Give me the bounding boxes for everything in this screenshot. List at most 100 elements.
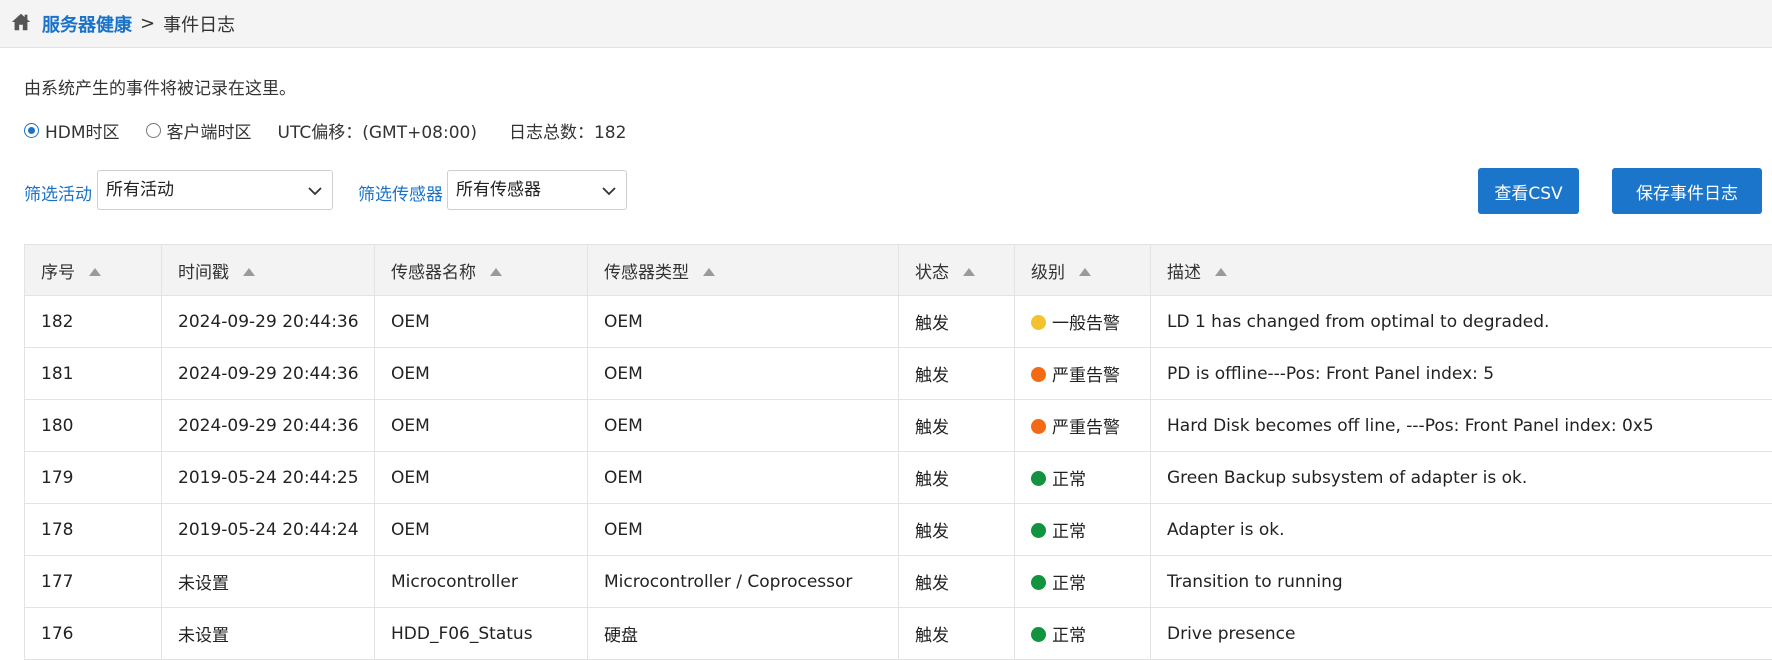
table-row[interactable]: 1782019-05-24 20:44:24OEMOEM触发正常Adapter … — [25, 504, 1772, 556]
column-header-timestamp[interactable]: 时间戳 — [162, 245, 375, 296]
log-total-text: 日志总数：182 — [509, 118, 626, 143]
cell-level: 严重告警 — [1015, 348, 1151, 400]
view-csv-button[interactable]: 查看CSV — [1478, 168, 1579, 214]
level-text: 正常 — [1052, 626, 1086, 646]
cell-timestamp: 未设置 — [162, 556, 375, 608]
save-event-log-button[interactable]: 保存事件日志 — [1612, 168, 1762, 214]
event-log-table-container: 序号 时间戳 传感器名称 传感器类型 状态 级别 描述 1822024-09-2… — [24, 244, 1772, 660]
home-icon[interactable] — [10, 11, 32, 33]
filter-sensor-value: 所有传感器 — [456, 180, 541, 200]
cell-sensor-type: OEM — [588, 400, 899, 452]
cell-sensor-name: OEM — [375, 400, 588, 452]
cell-description: Hard Disk becomes off line, ---Pos: Fron… — [1151, 400, 1772, 452]
cell-level: 一般告警 — [1015, 296, 1151, 348]
breadcrumb-current: 事件日志 — [163, 11, 235, 37]
timezone-option-label: HDM时区 — [45, 118, 120, 143]
cell-description: Drive presence — [1151, 608, 1772, 660]
column-header-sensor-type[interactable]: 传感器类型 — [588, 245, 899, 296]
cell-sensor-name: HDD_F06_Status — [375, 608, 588, 660]
sort-asc-icon[interactable] — [703, 268, 715, 276]
sort-asc-icon[interactable] — [89, 268, 101, 276]
radio-hdm-timezone[interactable] — [24, 123, 39, 138]
sort-asc-icon[interactable] — [1215, 268, 1227, 276]
cell-timestamp: 2019-05-24 20:44:25 — [162, 452, 375, 504]
chevron-down-icon — [600, 182, 618, 200]
cell-id: 179 — [25, 452, 162, 504]
filter-sensor-select[interactable]: 所有传感器 — [447, 170, 627, 210]
table-row[interactable]: 1812024-09-29 20:44:36OEMOEM触发严重告警PD is … — [25, 348, 1772, 400]
sort-asc-icon[interactable] — [963, 268, 975, 276]
timezone-row: HDM时区 客户端时区 UTC偏移：(GMT+08:00) 日志总数：182 — [24, 118, 626, 143]
cell-id: 182 — [25, 296, 162, 348]
table-row[interactable]: 176未设置HDD_F06_Status硬盘触发 正常 Drive presence — [25, 608, 1772, 660]
level-status-dot-icon — [1031, 315, 1046, 330]
cell-description: PD is offline---Pos: Front Panel index: … — [1151, 348, 1772, 400]
level-text: 正常 — [1052, 574, 1086, 594]
cell-timestamp: 2024-09-29 20:44:36 — [162, 400, 375, 452]
cell-id: 181 — [25, 348, 162, 400]
timezone-option-label: 客户端时区 — [167, 118, 252, 143]
table-row[interactable]: 1792019-05-24 20:44:25OEMOEM触发正常Green Ba… — [25, 452, 1772, 504]
cell-description: Adapter is ok. — [1151, 504, 1772, 556]
timezone-option-hdm[interactable]: HDM时区 — [24, 118, 120, 143]
cell-state: 触发 — [899, 452, 1015, 504]
timezone-option-client[interactable]: 客户端时区 — [146, 118, 252, 143]
filter-activity-label: 筛选活动 — [24, 180, 92, 205]
table-body: 1822024-09-29 20:44:36OEMOEM触发一般告警LD 1 h… — [25, 296, 1772, 660]
cell-description: Transition to running — [1151, 556, 1772, 608]
cell-state: 触发 — [899, 400, 1015, 452]
breadcrumb-parent-link[interactable]: 服务器健康 — [42, 11, 132, 37]
cell-sensor-name: Microcontroller — [375, 556, 588, 608]
cell-timestamp: 2024-09-29 20:44:36 — [162, 296, 375, 348]
cell-id: 178 — [25, 504, 162, 556]
table-row[interactable]: 177未设置MicrocontrollerMicrocontroller / C… — [25, 556, 1772, 608]
level-status-dot-icon — [1031, 627, 1046, 642]
breadcrumb-bar: 服务器健康 > 事件日志 — [0, 0, 1772, 48]
level-text: 严重告警 — [1052, 418, 1120, 438]
cell-sensor-name: OEM — [375, 504, 588, 556]
cell-description: LD 1 has changed from optimal to degrade… — [1151, 296, 1772, 348]
table-row[interactable]: 1822024-09-29 20:44:36OEMOEM触发一般告警LD 1 h… — [25, 296, 1772, 348]
column-header-description[interactable]: 描述 — [1151, 245, 1772, 296]
level-status-dot-icon — [1031, 367, 1046, 382]
cell-state: 触发 — [899, 504, 1015, 556]
level-status-dot-icon — [1031, 471, 1046, 486]
cell-level: 正常 — [1015, 608, 1151, 660]
filter-row: 筛选活动 所有活动 筛选传感器 所有传感器 查看CSV 保存事件日志 — [24, 170, 1772, 212]
level-status-dot-icon — [1031, 575, 1046, 590]
cell-timestamp: 2019-05-24 20:44:24 — [162, 504, 375, 556]
cell-state: 触发 — [899, 608, 1015, 660]
radio-client-timezone[interactable] — [146, 123, 161, 138]
column-header-id[interactable]: 序号 — [25, 245, 162, 296]
cell-sensor-type: 硬盘 — [588, 608, 899, 660]
utc-offset-text: UTC偏移：(GMT+08:00) — [278, 118, 477, 143]
cell-timestamp: 未设置 — [162, 608, 375, 660]
filter-sensor-label: 筛选传感器 — [358, 180, 443, 205]
cell-id: 177 — [25, 556, 162, 608]
sort-asc-icon[interactable] — [243, 268, 255, 276]
page-description: 由系统产生的事件将被记录在这里。 — [24, 74, 296, 99]
breadcrumb-separator: > — [140, 13, 155, 34]
level-text: 正常 — [1052, 522, 1086, 542]
cell-state: 触发 — [899, 556, 1015, 608]
sort-asc-icon[interactable] — [1079, 268, 1091, 276]
filter-activity-value: 所有活动 — [106, 180, 174, 200]
event-log-table: 序号 时间戳 传感器名称 传感器类型 状态 级别 描述 1822024-09-2… — [24, 244, 1772, 660]
sort-asc-icon[interactable] — [490, 268, 502, 276]
cell-level: 正常 — [1015, 504, 1151, 556]
column-header-level[interactable]: 级别 — [1015, 245, 1151, 296]
cell-state: 触发 — [899, 348, 1015, 400]
cell-id: 176 — [25, 608, 162, 660]
cell-sensor-type: OEM — [588, 504, 899, 556]
cell-sensor-type: OEM — [588, 348, 899, 400]
cell-level: 正常 — [1015, 452, 1151, 504]
cell-level: 正常 — [1015, 556, 1151, 608]
table-header-row: 序号 时间戳 传感器名称 传感器类型 状态 级别 描述 — [25, 245, 1772, 296]
level-status-dot-icon — [1031, 523, 1046, 538]
table-row[interactable]: 1802024-09-29 20:44:36OEMOEM触发严重告警Hard D… — [25, 400, 1772, 452]
filter-activity-select[interactable]: 所有活动 — [97, 170, 333, 210]
cell-sensor-name: OEM — [375, 348, 588, 400]
column-header-sensor-name[interactable]: 传感器名称 — [375, 245, 588, 296]
level-status-dot-icon — [1031, 419, 1046, 434]
column-header-state[interactable]: 状态 — [899, 245, 1015, 296]
